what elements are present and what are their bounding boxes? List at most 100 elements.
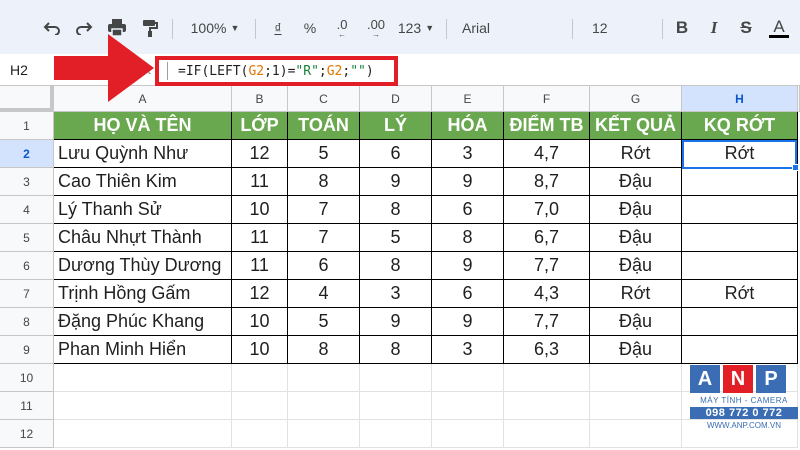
cell-e8[interactable]: 9 (432, 308, 504, 336)
currency-format-button[interactable]: ₫ (268, 16, 288, 40)
cell-e3[interactable]: 9 (432, 168, 504, 196)
increase-decimal-button[interactable]: .00 → (362, 16, 390, 40)
cell-d5[interactable]: 5 (360, 224, 432, 252)
decrease-decimal-button[interactable]: .0 ← (330, 16, 354, 40)
row-header-1[interactable]: 1 (0, 112, 54, 140)
cell-d1[interactable]: LÝ (360, 112, 432, 140)
italic-button[interactable]: I (704, 16, 724, 40)
cell-a6[interactable]: Dương Thùy Dương (54, 252, 232, 280)
cell-g12[interactable] (590, 420, 682, 448)
row-header-6[interactable]: 6 (0, 252, 54, 280)
cell-b9[interactable]: 10 (232, 336, 288, 364)
cell-d7[interactable]: 3 (360, 280, 432, 308)
cell-d10[interactable] (360, 364, 432, 392)
cell-f1[interactable]: ĐIỂM TB (504, 112, 590, 140)
cell-a4[interactable]: Lý Thanh Sử (54, 196, 232, 224)
cell-f10[interactable] (504, 364, 590, 392)
cell-e1[interactable]: HÓA (432, 112, 504, 140)
cell-c6[interactable]: 6 (288, 252, 360, 280)
cell-c3[interactable]: 8 (288, 168, 360, 196)
cell-g3[interactable]: Đậu (590, 168, 682, 196)
cell-b6[interactable]: 11 (232, 252, 288, 280)
cell-a3[interactable]: Cao Thiên Kim (54, 168, 232, 196)
cell-h5[interactable] (682, 224, 798, 252)
row-header-9[interactable]: 9 (0, 336, 54, 364)
cell-f11[interactable] (504, 392, 590, 420)
cell-g7[interactable]: Rớt (590, 280, 682, 308)
cell-f12[interactable] (504, 420, 590, 448)
font-family-select[interactable]: Arial (454, 16, 564, 40)
row-header-11[interactable]: 11 (0, 392, 54, 420)
row-header-12[interactable]: 12 (0, 420, 54, 448)
cell-b5[interactable]: 11 (232, 224, 288, 252)
cell-c11[interactable] (288, 392, 360, 420)
cell-h3[interactable] (682, 168, 798, 196)
cell-h7[interactable]: Rớt (682, 280, 798, 308)
row-header-8[interactable]: 8 (0, 308, 54, 336)
cell-a5[interactable]: Châu Nhựt Thành (54, 224, 232, 252)
cell-e12[interactable] (432, 420, 504, 448)
cell-h1[interactable]: KQ RỚT (682, 112, 798, 140)
cell-e10[interactable] (432, 364, 504, 392)
cell-b12[interactable] (232, 420, 288, 448)
cell-h8[interactable] (682, 308, 798, 336)
cell-f6[interactable]: 7,7 (504, 252, 590, 280)
strikethrough-button[interactable]: S (736, 16, 756, 40)
cell-h9[interactable] (682, 336, 798, 364)
cell-g8[interactable]: Đậu (590, 308, 682, 336)
column-header-g[interactable]: G (590, 86, 682, 112)
cell-c10[interactable] (288, 364, 360, 392)
more-formats-select[interactable]: 123 ▼ (396, 16, 436, 40)
cell-h4[interactable] (682, 196, 798, 224)
cell-f3[interactable]: 8,7 (504, 168, 590, 196)
cell-a11[interactable] (54, 392, 232, 420)
row-header-7[interactable]: 7 (0, 280, 54, 308)
cell-b7[interactable]: 12 (232, 280, 288, 308)
cell-e7[interactable]: 6 (432, 280, 504, 308)
fill-handle[interactable] (792, 164, 799, 171)
font-size-select[interactable]: 12 (584, 16, 654, 40)
cell-f5[interactable]: 6,7 (504, 224, 590, 252)
cell-e2[interactable]: 3 (432, 140, 504, 168)
cell-a2[interactable]: Lưu Quỳnh Như (54, 140, 232, 168)
cell-h6[interactable] (682, 252, 798, 280)
bold-button[interactable]: B (672, 16, 692, 40)
cell-c7[interactable]: 4 (288, 280, 360, 308)
zoom-select[interactable]: 100% ▼ (184, 16, 246, 40)
column-header-c[interactable]: C (288, 86, 360, 112)
cell-b11[interactable] (232, 392, 288, 420)
cell-b2[interactable]: 12 (232, 140, 288, 168)
cell-f8[interactable]: 7,7 (504, 308, 590, 336)
row-header-10[interactable]: 10 (0, 364, 54, 392)
cell-a8[interactable]: Đặng Phúc Khang (54, 308, 232, 336)
cell-a1[interactable]: HỌ VÀ TÊN (54, 112, 232, 140)
cell-g6[interactable]: Đậu (590, 252, 682, 280)
cell-f4[interactable]: 7,0 (504, 196, 590, 224)
cell-g2[interactable]: Rớt (590, 140, 682, 168)
column-header-b[interactable]: B (232, 86, 288, 112)
percent-format-button[interactable]: % (300, 16, 320, 40)
cell-d3[interactable]: 9 (360, 168, 432, 196)
cell-d8[interactable]: 9 (360, 308, 432, 336)
cell-g1[interactable]: KẾT QUẢ (590, 112, 682, 140)
cell-g9[interactable]: Đậu (590, 336, 682, 364)
cell-g5[interactable]: Đậu (590, 224, 682, 252)
column-header-h[interactable]: H (682, 86, 798, 112)
cell-d6[interactable]: 8 (360, 252, 432, 280)
text-color-button[interactable]: A (768, 16, 790, 40)
cell-g4[interactable]: Đậu (590, 196, 682, 224)
cell-e11[interactable] (432, 392, 504, 420)
cell-a10[interactable] (54, 364, 232, 392)
row-header-4[interactable]: 4 (0, 196, 54, 224)
cell-e6[interactable]: 9 (432, 252, 504, 280)
cell-d2[interactable]: 6 (360, 140, 432, 168)
cell-f7[interactable]: 4,3 (504, 280, 590, 308)
cell-b3[interactable]: 11 (232, 168, 288, 196)
column-header-f[interactable]: F (504, 86, 590, 112)
formula-input[interactable]: =IF(LEFT(G2;1)="R";G2;"") (155, 56, 398, 86)
cell-d4[interactable]: 8 (360, 196, 432, 224)
cell-c12[interactable] (288, 420, 360, 448)
cell-a7[interactable]: Trịnh Hồng Gấm (54, 280, 232, 308)
cell-c9[interactable]: 8 (288, 336, 360, 364)
row-header-3[interactable]: 3 (0, 168, 54, 196)
